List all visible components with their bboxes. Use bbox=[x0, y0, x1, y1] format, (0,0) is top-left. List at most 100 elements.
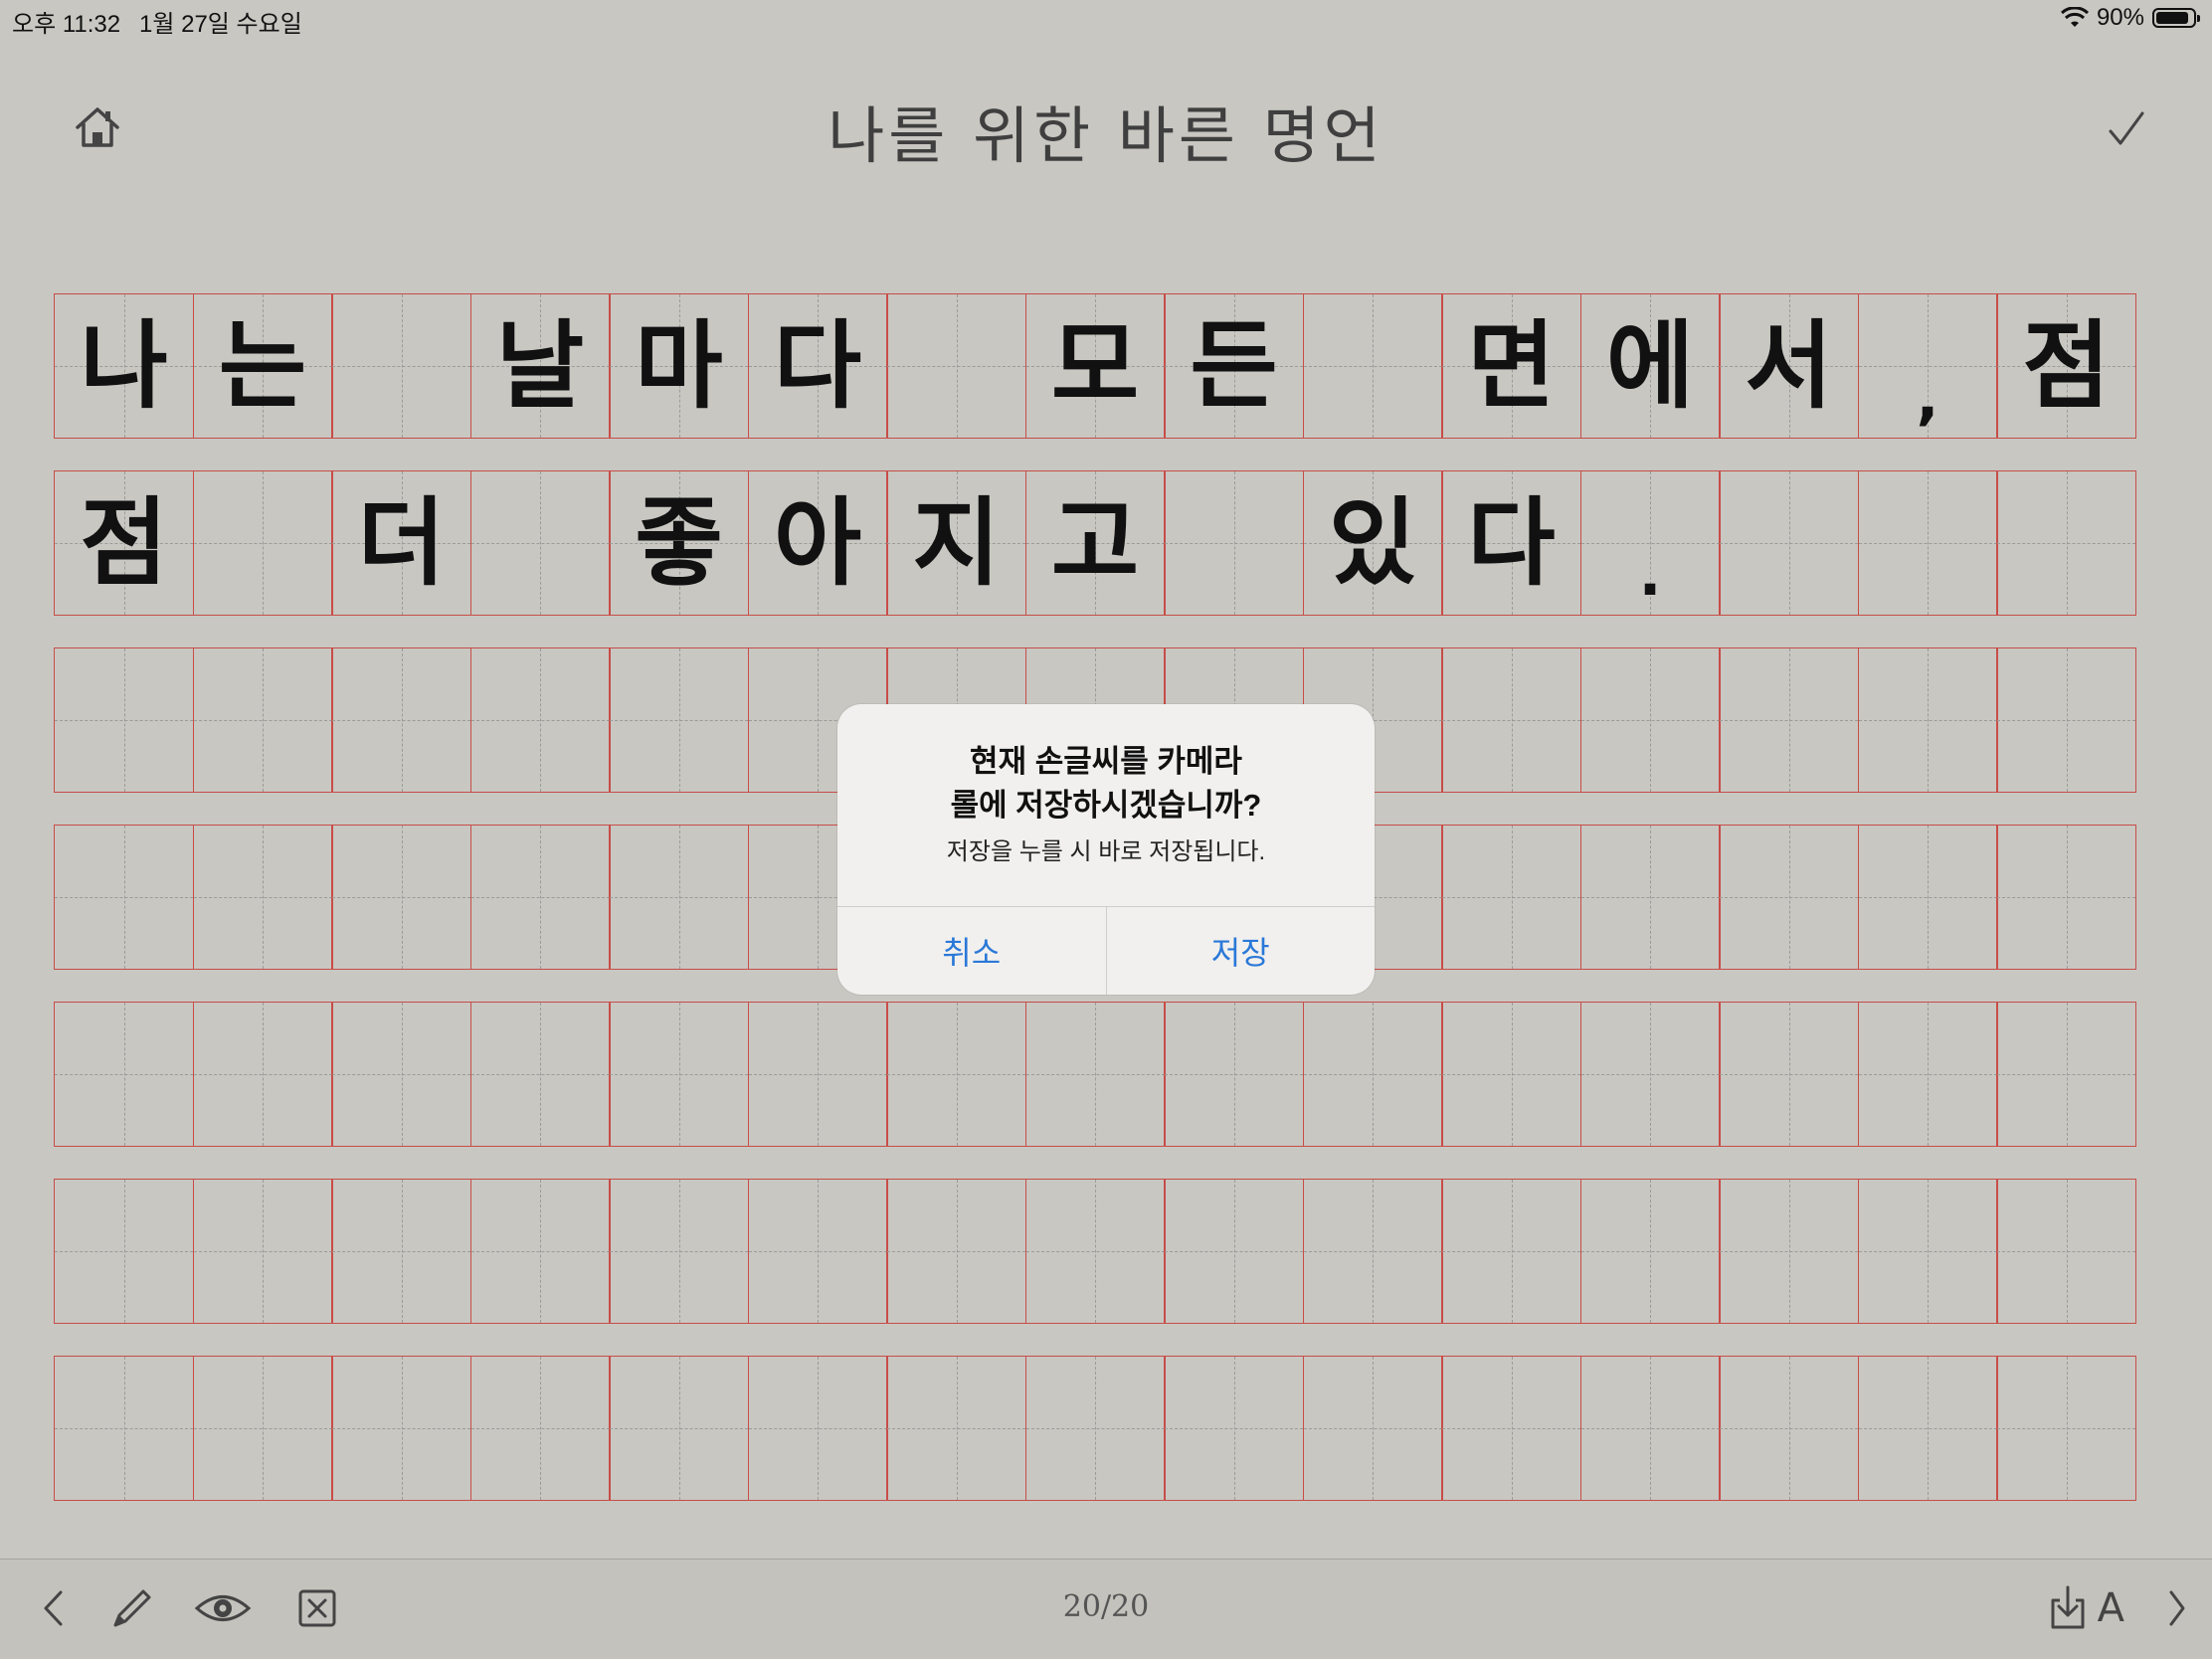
grid-cell[interactable] bbox=[469, 1179, 611, 1324]
grid-cell[interactable]: 아 bbox=[747, 470, 888, 616]
cancel-button[interactable]: 취소 bbox=[837, 907, 1106, 995]
grid-cell[interactable] bbox=[609, 825, 749, 970]
grid-cell[interactable] bbox=[1579, 825, 1721, 970]
grid-cell[interactable] bbox=[747, 1002, 888, 1147]
grid-cell[interactable] bbox=[54, 1002, 194, 1147]
grid-cell[interactable] bbox=[1164, 470, 1304, 616]
grid-cell[interactable] bbox=[1579, 1002, 1721, 1147]
grid-cell[interactable] bbox=[1302, 1002, 1443, 1147]
grid-cell[interactable] bbox=[54, 825, 194, 970]
grid-cell[interactable] bbox=[1579, 647, 1721, 793]
grid-cell[interactable] bbox=[886, 1356, 1026, 1501]
grid-cell[interactable] bbox=[1996, 1179, 2136, 1324]
grid-cell[interactable] bbox=[1441, 1179, 1581, 1324]
grid-cell[interactable] bbox=[1719, 1002, 1859, 1147]
grid-cell[interactable] bbox=[609, 1356, 749, 1501]
grid-cell[interactable] bbox=[1996, 470, 2136, 616]
grid-cell[interactable] bbox=[331, 647, 471, 793]
grid-cell[interactable] bbox=[469, 1002, 611, 1147]
grid-cell[interactable] bbox=[469, 1356, 611, 1501]
grid-cell[interactable]: 는 bbox=[192, 293, 333, 439]
grid-cell[interactable]: 나 bbox=[54, 293, 194, 439]
grid-cell[interactable] bbox=[331, 1179, 471, 1324]
grid-cell[interactable] bbox=[331, 825, 471, 970]
grid-cell[interactable] bbox=[192, 1002, 333, 1147]
grid-cell[interactable] bbox=[192, 647, 333, 793]
grid-cell[interactable] bbox=[747, 1356, 888, 1501]
grid-cell[interactable]: 면 bbox=[1441, 293, 1581, 439]
grid-cell[interactable]: 있 bbox=[1302, 470, 1443, 616]
grid-cell[interactable] bbox=[1719, 1179, 1859, 1324]
grid-cell[interactable] bbox=[1302, 1179, 1443, 1324]
grid-cell[interactable] bbox=[1302, 1356, 1443, 1501]
grid-cell[interactable] bbox=[1024, 1179, 1166, 1324]
grid-cell[interactable] bbox=[1857, 1356, 1998, 1501]
grid-cell[interactable] bbox=[1164, 1002, 1304, 1147]
grid-cell[interactable] bbox=[1857, 470, 1998, 616]
grid-cell[interactable] bbox=[1441, 1002, 1581, 1147]
grid-cell[interactable]: 다 bbox=[1441, 470, 1581, 616]
grid-cell[interactable] bbox=[1996, 1002, 2136, 1147]
grid-cell[interactable] bbox=[609, 647, 749, 793]
grid-cell[interactable] bbox=[609, 1002, 749, 1147]
grid-cell[interactable]: 점 bbox=[54, 470, 194, 616]
grid-cell[interactable] bbox=[469, 470, 611, 616]
grid-cell[interactable]: 마 bbox=[609, 293, 749, 439]
grid-cell[interactable]: 지 bbox=[886, 470, 1026, 616]
grid-cell[interactable] bbox=[1996, 647, 2136, 793]
grid-cell[interactable] bbox=[1857, 1179, 1998, 1324]
grid-cell[interactable]: 고 bbox=[1024, 470, 1166, 616]
grid-cell[interactable] bbox=[192, 825, 333, 970]
save-button[interactable]: 저장 bbox=[1105, 907, 1376, 995]
grid-cell[interactable] bbox=[1996, 825, 2136, 970]
grid-cell[interactable] bbox=[1996, 1356, 2136, 1501]
grid-cell[interactable] bbox=[1857, 1002, 1998, 1147]
grid-cell[interactable]: 에 bbox=[1579, 293, 1721, 439]
grid-cell[interactable] bbox=[1024, 1002, 1166, 1147]
grid-cell[interactable] bbox=[192, 470, 333, 616]
grid-cell[interactable] bbox=[886, 293, 1026, 439]
grid-cell[interactable] bbox=[609, 1179, 749, 1324]
grid-cell[interactable]: 다 bbox=[747, 293, 888, 439]
done-button[interactable] bbox=[2099, 101, 2154, 157]
grid-cell[interactable]: 날 bbox=[469, 293, 611, 439]
grid-cell[interactable] bbox=[331, 293, 471, 439]
grid-cell[interactable] bbox=[1164, 1356, 1304, 1501]
grid-cell[interactable]: 더 bbox=[331, 470, 471, 616]
grid-cell[interactable] bbox=[1579, 1356, 1721, 1501]
grid-cell[interactable] bbox=[1719, 647, 1859, 793]
grid-cell[interactable]: 든 bbox=[1164, 293, 1304, 439]
grid-cell[interactable]: 모 bbox=[1024, 293, 1166, 439]
grid-cell[interactable] bbox=[54, 647, 194, 793]
font-button[interactable]: A bbox=[2098, 1585, 2124, 1631]
grid-cell[interactable] bbox=[1719, 1356, 1859, 1501]
grid-cell[interactable] bbox=[1857, 825, 1998, 970]
grid-cell[interactable] bbox=[331, 1356, 471, 1501]
grid-cell[interactable] bbox=[469, 825, 611, 970]
save-to-photos-button[interactable] bbox=[2043, 1583, 2093, 1633]
grid-cell[interactable] bbox=[54, 1356, 194, 1501]
grid-cell[interactable] bbox=[1719, 825, 1859, 970]
grid-cell[interactable] bbox=[1579, 1179, 1721, 1324]
grid-cell[interactable] bbox=[1857, 647, 1998, 793]
grid-cell[interactable] bbox=[1441, 1356, 1581, 1501]
grid-cell[interactable] bbox=[192, 1356, 333, 1501]
grid-cell[interactable] bbox=[1164, 1179, 1304, 1324]
grid-cell[interactable] bbox=[1302, 293, 1443, 439]
next-button[interactable] bbox=[2152, 1583, 2202, 1633]
grid-cell[interactable] bbox=[747, 1179, 888, 1324]
grid-cell[interactable] bbox=[1441, 825, 1581, 970]
grid-cell[interactable] bbox=[1719, 470, 1859, 616]
grid-cell[interactable]: . bbox=[1579, 470, 1721, 616]
grid-cell[interactable] bbox=[886, 1179, 1026, 1324]
grid-cell[interactable] bbox=[192, 1179, 333, 1324]
grid-cell[interactable] bbox=[54, 1179, 194, 1324]
grid-cell[interactable] bbox=[1441, 647, 1581, 793]
grid-cell[interactable] bbox=[1024, 1356, 1166, 1501]
grid-cell[interactable] bbox=[331, 1002, 471, 1147]
grid-cell[interactable]: 점 bbox=[1996, 293, 2136, 439]
grid-cell[interactable]: 좋 bbox=[609, 470, 749, 616]
grid-cell[interactable] bbox=[469, 647, 611, 793]
grid-cell[interactable]: 서 bbox=[1719, 293, 1859, 439]
grid-cell[interactable] bbox=[886, 1002, 1026, 1147]
